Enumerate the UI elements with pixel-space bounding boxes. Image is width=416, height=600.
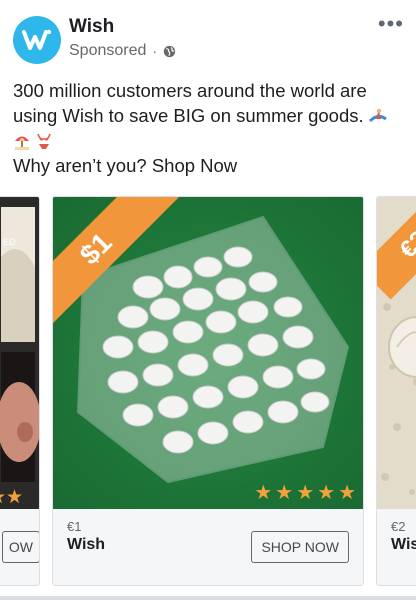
caption-text: 300 million customers around the world a… (13, 80, 367, 126)
globe-icon (163, 45, 176, 57)
wish-logo-icon (22, 29, 52, 50)
surfer-emoji-icon (368, 108, 387, 123)
caption-cta-text: Why aren’t you? Shop Now (13, 155, 238, 176)
carousel-card-left[interactable]: ED ★★ OW (0, 196, 40, 586)
card-price-right: €2 (391, 519, 406, 534)
card-bottom-left: OW (0, 509, 39, 585)
card-title[interactable]: Wish (67, 536, 105, 554)
card-bottom-main: €1 Wish SHOP NOW (53, 509, 363, 585)
sponsored-label[interactable]: Sponsored (69, 42, 146, 60)
shop-now-button[interactable]: SHOP NOW (251, 531, 349, 563)
svg-text:ED: ED (3, 237, 16, 247)
card-title-right[interactable]: Wis (391, 536, 416, 554)
product-image-right[interactable]: €2 (377, 197, 416, 509)
shop-now-button-left[interactable]: OW (1, 531, 39, 563)
wish-logo-avatar[interactable] (13, 16, 61, 64)
card-price: €1 (67, 519, 82, 534)
rating-stars: ★★★★★ (254, 482, 359, 504)
beach-umbrella-icon (15, 136, 29, 150)
sponsored-post: Wish Sponsored · ••• 300 million custome… (0, 0, 416, 600)
carousel-card-main[interactable]: $1 ★★★★★ €1 Wish SHOP NOW (52, 196, 364, 586)
bikini-icon (37, 133, 51, 149)
meta-separator: · (152, 43, 158, 59)
post-caption: 300 million customers around the world a… (13, 78, 405, 178)
card-bottom-right: €2 Wis (377, 509, 416, 585)
product-image-main[interactable]: $1 ★★★★★ (53, 197, 363, 509)
carousel-card-right[interactable]: €2 €2 Wis (376, 196, 416, 586)
product-image-left[interactable]: ED ★★ (0, 197, 39, 509)
svg-text:★★: ★★ (0, 486, 23, 508)
post-header: Wish Sponsored · ••• (13, 13, 406, 66)
ribbon-price-text-right: €2 (394, 225, 416, 264)
more-options-icon[interactable]: ••• (378, 13, 404, 35)
post-meta: Sponsored · (69, 42, 176, 60)
post-divider (0, 596, 416, 600)
page-name[interactable]: Wish (69, 16, 114, 38)
product-carousel[interactable]: ED ★★ OW (0, 196, 416, 588)
